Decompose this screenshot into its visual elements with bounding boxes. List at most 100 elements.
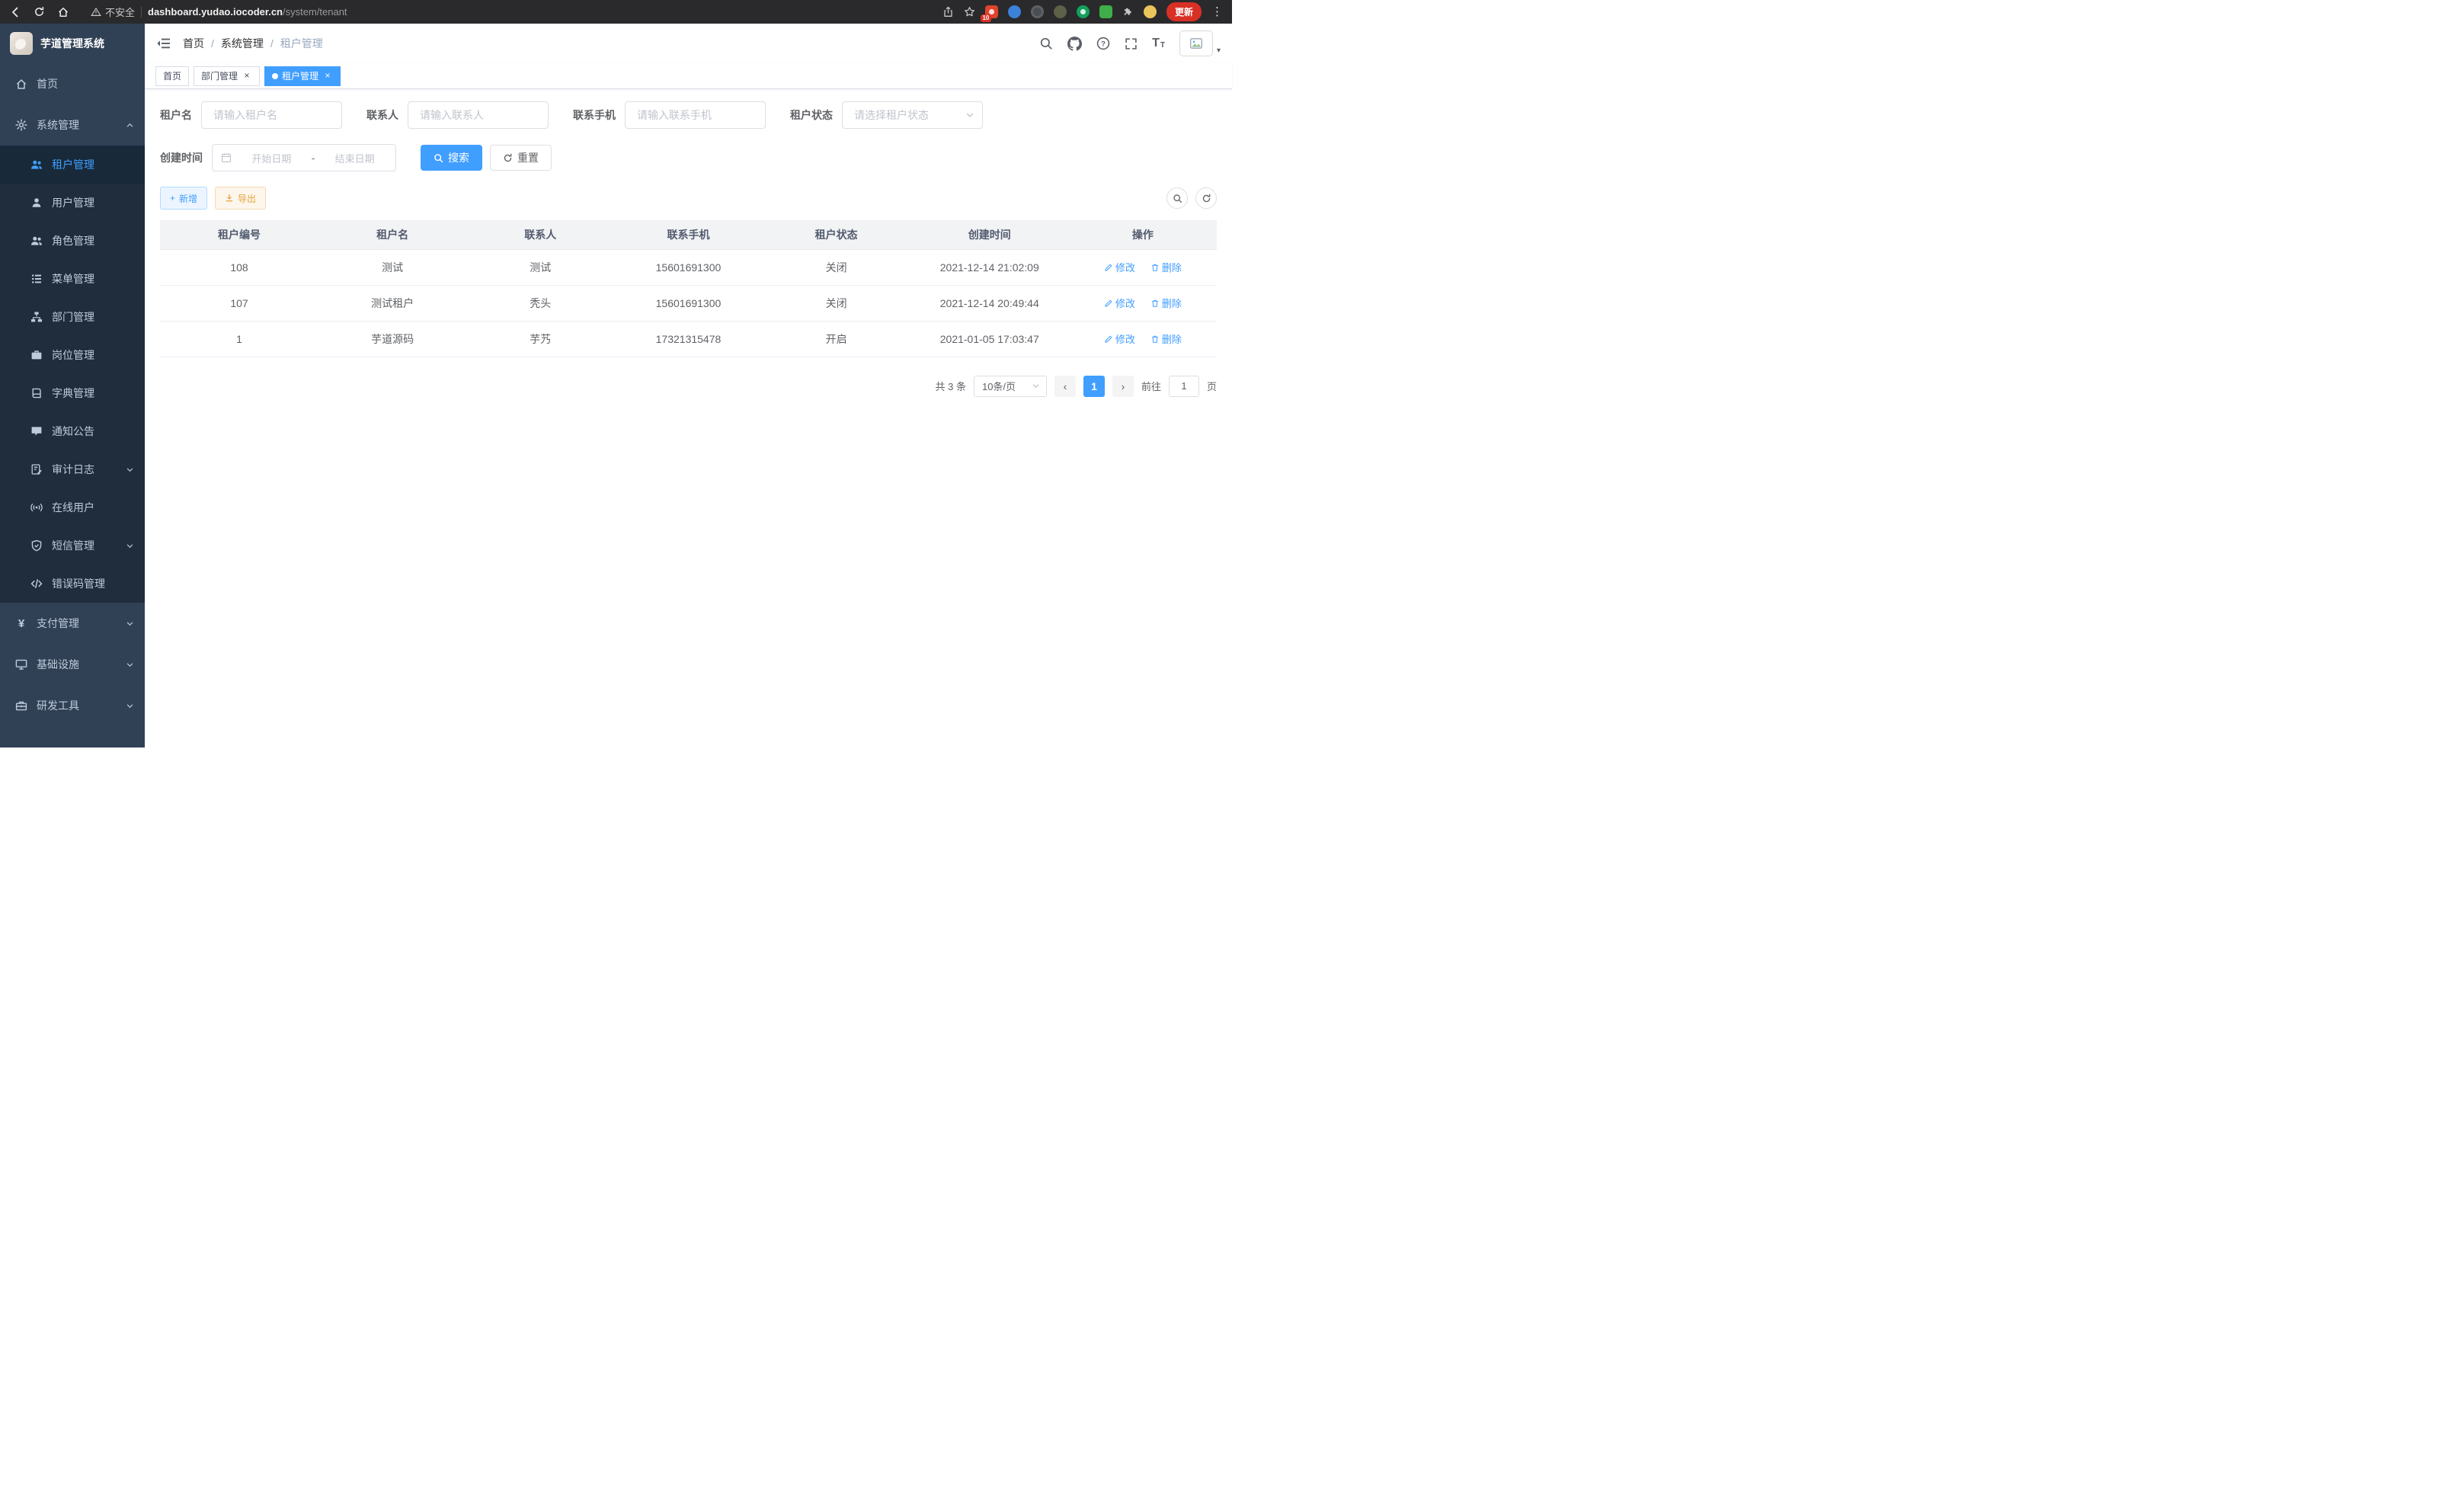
field-label: 租户状态	[790, 107, 833, 123]
cell-actions: 修改 删除	[1069, 321, 1217, 357]
extension-icon-olive[interactable]	[1054, 5, 1067, 18]
tab-tenant[interactable]: 租户管理 ×	[264, 66, 341, 86]
next-page-button[interactable]: ›	[1112, 376, 1134, 397]
sidebar-item-audit-log[interactable]: 审计日志	[0, 450, 145, 488]
extension-icon-adblock[interactable]: 10	[985, 5, 998, 18]
sidebar-item-system[interactable]: 系统管理	[0, 104, 145, 146]
sidebar-item-notice[interactable]: 通知公告	[0, 412, 145, 450]
bookmark-star-icon[interactable]	[964, 6, 975, 18]
goto-page-input[interactable]	[1169, 376, 1199, 397]
font-size-small: T	[1160, 42, 1165, 50]
security-warning[interactable]: 不安全	[91, 5, 135, 19]
header-search-icon[interactable]	[1039, 37, 1053, 50]
edit-button-label: 修改	[1115, 296, 1135, 310]
breadcrumb-separator: /	[270, 37, 274, 50]
tab-home[interactable]: 首页	[155, 66, 189, 86]
sidebar-item-infrastructure[interactable]: 基础设施	[0, 644, 145, 685]
cell-contact: 秃头	[466, 285, 614, 321]
export-button[interactable]: 导出	[215, 187, 266, 210]
prev-page-button[interactable]: ‹	[1054, 376, 1076, 397]
shield-icon	[30, 539, 43, 552]
back-icon[interactable]	[9, 6, 21, 18]
toolbox-icon	[15, 699, 27, 712]
chrome-update-button[interactable]: 更新	[1166, 2, 1202, 21]
status-select[interactable]: 请选择租户状态	[842, 101, 983, 129]
github-icon[interactable]	[1067, 37, 1082, 51]
user-avatar-menu[interactable]: ▾	[1179, 30, 1221, 56]
trash-icon	[1150, 299, 1160, 308]
sidebar-item-role[interactable]: 角色管理	[0, 222, 145, 260]
home-icon	[15, 78, 27, 90]
extension-icon-dark[interactable]	[1031, 5, 1044, 18]
reload-icon[interactable]	[34, 6, 45, 18]
delete-button[interactable]: 删除	[1150, 296, 1182, 310]
field-label: 创建时间	[160, 150, 203, 165]
browser-menu-icon[interactable]: ⋮	[1211, 6, 1223, 18]
toggle-search-button[interactable]	[1166, 187, 1188, 209]
sidebar-item-payment[interactable]: ¥ 支付管理	[0, 603, 145, 644]
page-number-button[interactable]: 1	[1083, 376, 1105, 397]
pagination: 共 3 条 10条/页 ‹ 1 › 前往 页	[160, 376, 1217, 397]
sidebar-item-sms[interactable]: 短信管理	[0, 527, 145, 565]
roles-icon	[30, 235, 43, 247]
fullscreen-icon[interactable]	[1125, 37, 1138, 50]
address-bar[interactable]: 不安全 dashboard.yudao.iocoder.cn/system/te…	[91, 5, 347, 19]
sidebar-item-home[interactable]: 首页	[0, 63, 145, 104]
search-button[interactable]: 搜索	[421, 145, 482, 171]
tab-label: 租户管理	[282, 69, 318, 82]
tab-label: 首页	[163, 69, 181, 82]
sidebar-item-dept[interactable]: 部门管理	[0, 298, 145, 336]
trash-icon	[1150, 263, 1160, 272]
sidebar-item-error-code[interactable]: 错误码管理	[0, 565, 145, 603]
edit-button[interactable]: 修改	[1104, 331, 1135, 346]
goto-suffix: 页	[1207, 379, 1217, 393]
extension-icon-blue[interactable]	[1008, 5, 1021, 18]
app-logo[interactable]: 芋道管理系统	[0, 24, 145, 63]
tenant-name-input[interactable]	[201, 101, 342, 129]
extensions-puzzle-icon[interactable]	[1122, 6, 1134, 18]
page-size-select[interactable]: 10条/页	[974, 376, 1047, 397]
active-tab-dot	[272, 73, 278, 79]
delete-button[interactable]: 删除	[1150, 331, 1182, 346]
sidebar-item-user[interactable]: 用户管理	[0, 184, 145, 222]
cell-contact: 测试	[466, 249, 614, 285]
edit-button[interactable]: 修改	[1104, 260, 1135, 274]
add-button-label: 新增	[179, 192, 197, 205]
edit-button[interactable]: 修改	[1104, 296, 1135, 310]
cell-name: 测试	[318, 249, 466, 285]
online-signal-icon	[30, 501, 43, 514]
close-icon[interactable]: ×	[242, 71, 252, 82]
tab-dept[interactable]: 部门管理 ×	[194, 66, 260, 86]
add-button[interactable]: + 新增	[160, 187, 207, 210]
extension-icon-green-square[interactable]	[1099, 5, 1112, 18]
font-size-icon[interactable]: T T	[1152, 37, 1165, 50]
breadcrumb-system[interactable]: 系统管理	[221, 36, 264, 51]
close-icon[interactable]: ×	[322, 71, 333, 82]
contact-input[interactable]	[408, 101, 549, 129]
phone-input[interactable]	[625, 101, 766, 129]
home-icon[interactable]	[57, 6, 69, 18]
delete-button-label: 删除	[1162, 331, 1182, 346]
sidebar-menu: 首页 系统管理 租户管理 用户管理 角色管理	[0, 63, 145, 748]
help-icon[interactable]: ?	[1096, 37, 1110, 50]
sidebar-item-dict[interactable]: 字典管理	[0, 374, 145, 412]
column-header-created: 创建时间	[910, 220, 1069, 249]
sidebar-item-tenant[interactable]: 租户管理	[0, 146, 145, 184]
reset-button[interactable]: 重置	[490, 145, 552, 171]
delete-button[interactable]: 删除	[1150, 260, 1182, 274]
extension-icon-green[interactable]	[1077, 5, 1090, 18]
cell-actions: 修改 删除	[1069, 249, 1217, 285]
warning-icon	[91, 7, 101, 18]
share-icon[interactable]	[942, 6, 954, 18]
chevron-up-icon	[126, 121, 134, 130]
download-icon	[225, 194, 234, 203]
refresh-table-button[interactable]	[1195, 187, 1217, 209]
sidebar-toggle-icon[interactable]	[156, 36, 171, 51]
date-range-picker[interactable]: 开始日期 - 结束日期	[212, 144, 396, 171]
sidebar-item-post[interactable]: 岗位管理	[0, 336, 145, 374]
browser-profile-avatar[interactable]	[1144, 5, 1157, 18]
sidebar-item-dev-tools[interactable]: 研发工具	[0, 685, 145, 726]
breadcrumb-home[interactable]: 首页	[183, 36, 204, 51]
sidebar-item-menu[interactable]: 菜单管理	[0, 260, 145, 298]
sidebar-item-online-users[interactable]: 在线用户	[0, 488, 145, 527]
